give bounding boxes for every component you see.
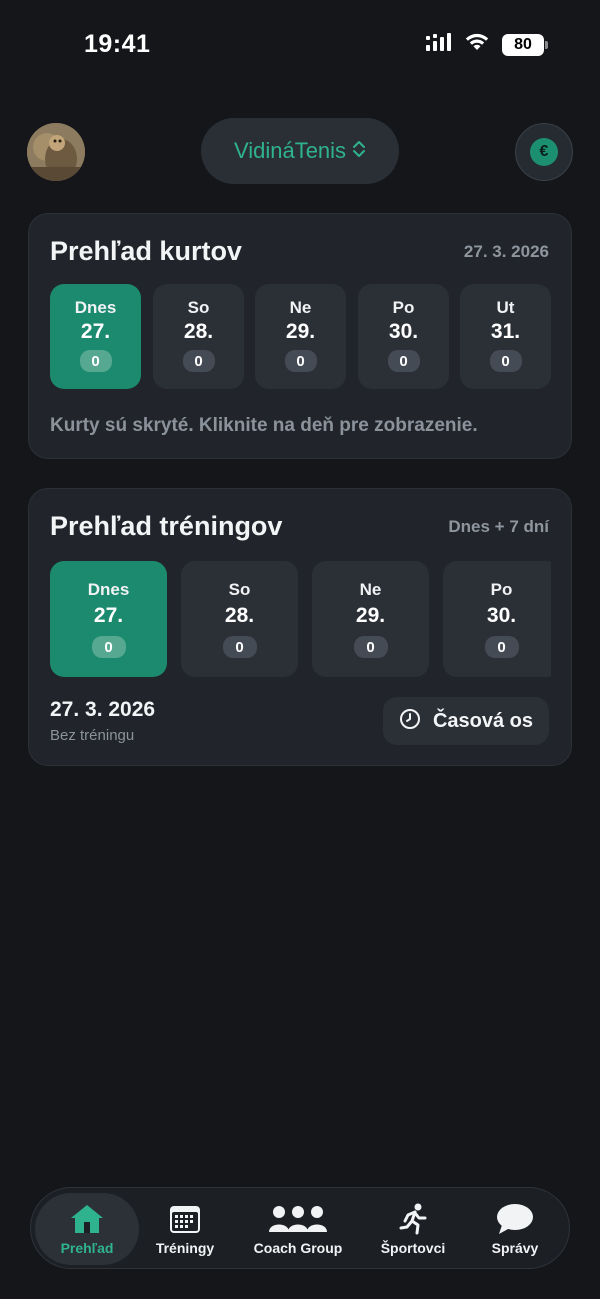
- runner-icon: [398, 1203, 428, 1235]
- trainings-day-1[interactable]: So 28. 0: [181, 561, 298, 677]
- day-number: 30.: [388, 320, 419, 343]
- day-number: 29.: [285, 320, 316, 343]
- cellular-signal-icon: [426, 33, 452, 56]
- day-name: Po: [392, 298, 415, 317]
- wallet-button[interactable]: €: [515, 123, 573, 181]
- day-number: 27.: [80, 320, 111, 343]
- team-name: VidináTenis: [233, 138, 347, 163]
- day-name: So: [228, 580, 251, 599]
- tab-label: Športovci: [380, 1239, 446, 1256]
- tab-label: Coach Group: [253, 1239, 343, 1256]
- trainings-day-scroller[interactable]: Dnes 27. 0 So 28. 0 Ne 29. 0 Po 30. 0: [29, 489, 551, 689]
- count-badge: 0: [182, 350, 215, 372]
- trainings-overview-card: Prehľad tréningov Dnes + 7 dní Dnes 27. …: [28, 488, 572, 766]
- courts-day-4[interactable]: Ut 31. 0: [460, 284, 551, 389]
- count-badge: 0: [79, 350, 112, 372]
- timeline-label: Časová os: [432, 709, 534, 732]
- day-name: Dnes: [74, 298, 117, 317]
- tab-athletes[interactable]: Športovci: [371, 1193, 455, 1265]
- chat-bubble-icon: [496, 1203, 534, 1235]
- tab-trainings[interactable]: Tréningy: [143, 1193, 227, 1265]
- selected-date: 27. 3. 2026: [50, 698, 156, 721]
- day-name: Po: [490, 580, 513, 599]
- euro-icon: €: [530, 138, 558, 166]
- avatar-image: [27, 123, 85, 181]
- group-icon: [267, 1203, 329, 1235]
- selected-status: Bez tréningu: [50, 727, 135, 744]
- count-badge: 0: [489, 350, 522, 372]
- courts-title: Prehľad kurtov: [50, 236, 242, 266]
- trainings-day-3[interactable]: Po 30. 0: [443, 561, 551, 677]
- timeline-button[interactable]: Časová os: [383, 697, 549, 745]
- count-badge: 0: [484, 636, 519, 658]
- team-switcher[interactable]: VidináTenis: [201, 118, 399, 184]
- tab-label: Prehľad: [60, 1239, 114, 1256]
- day-name: Ne: [359, 580, 382, 599]
- day-name: Ut: [496, 298, 515, 317]
- courts-overview-card: Prehľad kurtov 27. 3. 2026 Dnes 27. 0 So…: [28, 213, 572, 459]
- wifi-icon: [464, 32, 490, 57]
- courts-hidden-hint: Kurty sú skryté. Kliknite na deň pre zob…: [50, 415, 478, 436]
- courts-day-2[interactable]: Ne 29. 0: [255, 284, 346, 389]
- home-icon: [68, 1203, 106, 1235]
- tab-overview[interactable]: Prehľad: [35, 1193, 139, 1265]
- day-number: 30.: [486, 604, 517, 627]
- bottom-tab-bar: Prehľad Tréningy Coach Group Športovci S…: [30, 1187, 570, 1269]
- status-bar: 19:41 80: [0, 0, 600, 90]
- calendar-icon: [169, 1203, 201, 1235]
- courts-day-0[interactable]: Dnes 27. 0: [50, 284, 141, 389]
- clock-icon: [399, 708, 421, 735]
- tab-label: Tréningy: [155, 1239, 215, 1256]
- count-badge: 0: [387, 350, 420, 372]
- count-badge: 0: [284, 350, 317, 372]
- trainings-day-2[interactable]: Ne 29. 0: [312, 561, 429, 677]
- battery-indicator: 80: [502, 33, 548, 56]
- count-badge: 0: [353, 636, 388, 658]
- tab-label: Správy: [491, 1239, 539, 1256]
- count-badge: 0: [222, 636, 257, 658]
- status-icons: 80: [426, 32, 548, 57]
- chevron-up-down-icon: [352, 139, 366, 164]
- status-time: 19:41: [84, 30, 151, 58]
- tab-coach-group[interactable]: Coach Group: [243, 1193, 353, 1265]
- day-number: 28.: [183, 320, 214, 343]
- day-name: Ne: [289, 298, 312, 317]
- courts-date: 27. 3. 2026: [463, 242, 549, 261]
- trainings-day-0[interactable]: Dnes 27. 0: [50, 561, 167, 677]
- day-name: Dnes: [87, 580, 130, 599]
- count-badge: 0: [91, 636, 126, 658]
- courts-day-1[interactable]: So 28. 0: [153, 284, 244, 389]
- day-number: 31.: [490, 320, 521, 343]
- day-number: 28.: [224, 604, 255, 627]
- day-number: 27.: [93, 604, 124, 627]
- tab-messages[interactable]: Správy: [473, 1193, 557, 1265]
- avatar[interactable]: [27, 123, 85, 181]
- day-number: 29.: [355, 604, 386, 627]
- day-name: So: [187, 298, 210, 317]
- courts-day-3[interactable]: Po 30. 0: [358, 284, 449, 389]
